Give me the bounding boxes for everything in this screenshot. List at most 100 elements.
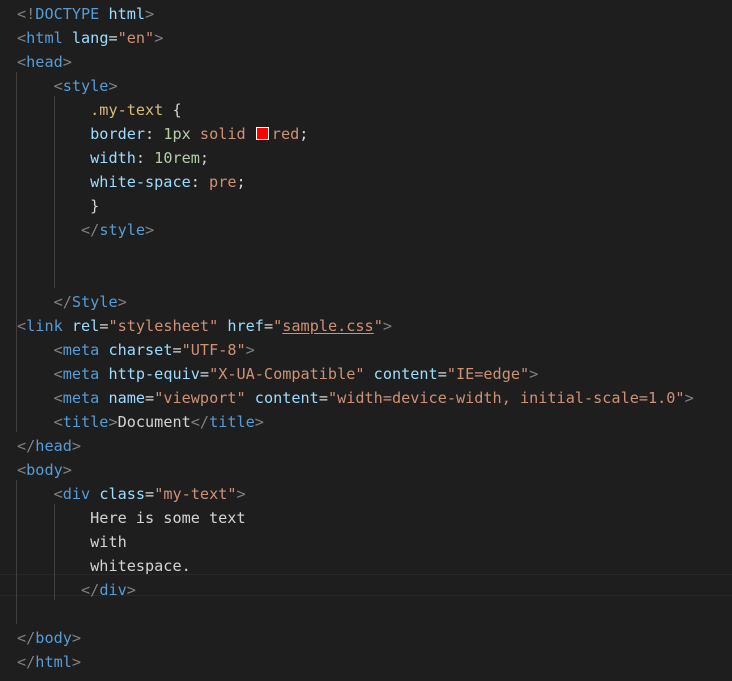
code-token: > bbox=[529, 365, 539, 383]
code-line[interactable]: } bbox=[17, 194, 732, 218]
code-token: <! bbox=[17, 5, 36, 23]
code-line[interactable]: <meta charset="UTF-8"> bbox=[17, 338, 732, 362]
code-token: meta bbox=[62, 341, 100, 359]
code-token: > bbox=[117, 293, 127, 311]
code-token: </ bbox=[190, 413, 210, 431]
code-line[interactable]: <title>Document</title> bbox=[17, 410, 732, 434]
code-token: : bbox=[145, 125, 164, 143]
code-token: meta bbox=[62, 389, 100, 407]
code-line[interactable]: <meta name="viewport" content="width=dev… bbox=[17, 386, 732, 410]
code-line[interactable]: </body> bbox=[17, 626, 732, 650]
code-token: head bbox=[35, 437, 72, 455]
code-line[interactable]: </head> bbox=[17, 434, 732, 458]
code-token: < bbox=[53, 77, 63, 95]
code-token: Here is some text bbox=[90, 509, 246, 527]
code-token: solid bbox=[199, 125, 246, 143]
code-line[interactable]: <div class="my-text"> bbox=[17, 482, 732, 506]
code-line[interactable] bbox=[17, 602, 732, 626]
code-line[interactable] bbox=[17, 266, 732, 290]
code-token: > bbox=[245, 341, 255, 359]
code-line[interactable]: <body> bbox=[17, 458, 732, 482]
code-token: < bbox=[53, 365, 63, 383]
code-editor[interactable]: <!DOCTYPE html> <html lang="en"> <head> <s… bbox=[0, 0, 732, 681]
code-token: width bbox=[90, 149, 136, 167]
code-token: > bbox=[108, 77, 118, 95]
code-line[interactable]: </style> bbox=[17, 218, 732, 242]
code-token: </ bbox=[81, 581, 100, 599]
code-token: "width=device-width, initial-scale=1.0" bbox=[327, 389, 685, 407]
code-token: red bbox=[271, 125, 300, 143]
code-line[interactable]: <head> bbox=[17, 50, 732, 74]
code-line[interactable]: <meta http-equiv="X-UA-Compatible" conte… bbox=[17, 362, 732, 386]
code-token: < bbox=[53, 341, 63, 359]
code-token: > bbox=[62, 461, 72, 479]
code-token: charset bbox=[108, 341, 173, 359]
code-token: = bbox=[199, 365, 210, 383]
code-token: "stylesheet" bbox=[108, 317, 219, 335]
code-token: : bbox=[190, 173, 210, 191]
code-token: < bbox=[17, 461, 27, 479]
code-token: content bbox=[373, 365, 438, 383]
code-token: class bbox=[99, 485, 146, 503]
code-line[interactable]: </Style> bbox=[17, 290, 732, 314]
code-line[interactable]: white-space: pre; bbox=[17, 170, 732, 194]
code-token: > bbox=[126, 581, 136, 599]
code-token: = bbox=[172, 341, 182, 359]
code-line[interactable]: whitespace. bbox=[17, 554, 732, 578]
code-token: "X-UA-Compatible" bbox=[209, 365, 365, 383]
code-token: < bbox=[53, 485, 63, 503]
code-token: "en" bbox=[117, 29, 155, 47]
code-token: " bbox=[373, 317, 383, 335]
code-line[interactable]: Here is some text bbox=[17, 506, 732, 530]
code-line[interactable] bbox=[17, 242, 732, 266]
code-token: white-space bbox=[90, 173, 191, 191]
code-line[interactable]: with bbox=[17, 530, 732, 554]
code-line[interactable]: <html lang="en"> bbox=[17, 26, 732, 50]
code-token: > bbox=[71, 653, 82, 671]
code-token: "my-text" bbox=[154, 485, 237, 503]
code-line[interactable]: .my-text { bbox=[17, 98, 732, 122]
code-token: body bbox=[26, 461, 63, 479]
code-token: > bbox=[145, 5, 155, 23]
code-token: meta bbox=[62, 365, 100, 383]
code-token: = bbox=[145, 485, 155, 503]
code-token: "viewport" bbox=[154, 389, 246, 407]
code-token: Document bbox=[117, 413, 191, 431]
code-token: > bbox=[684, 389, 694, 407]
code-line[interactable]: </div> bbox=[17, 578, 732, 602]
code-line[interactable]: <!DOCTYPE html> bbox=[17, 2, 732, 26]
code-token: 1px bbox=[163, 125, 191, 143]
code-line[interactable]: <link rel="stylesheet" href="sample.css"… bbox=[17, 314, 732, 338]
code-token: > bbox=[108, 413, 118, 431]
code-token: html bbox=[35, 653, 72, 671]
code-token: { bbox=[163, 101, 182, 119]
code-token: ; bbox=[236, 173, 246, 191]
code-line[interactable]: </html> bbox=[17, 650, 732, 674]
code-line[interactable]: border: 1px solid red; bbox=[17, 122, 732, 146]
code-token: link bbox=[26, 317, 63, 335]
code-token: style bbox=[99, 221, 146, 239]
code-token: } bbox=[90, 197, 100, 215]
code-line[interactable]: width: 10rem; bbox=[17, 146, 732, 170]
code-token: </ bbox=[81, 221, 100, 239]
code-token: < bbox=[53, 389, 63, 407]
code-token: > bbox=[71, 437, 82, 455]
code-line[interactable]: <style> bbox=[17, 74, 732, 98]
code-token: = bbox=[318, 389, 328, 407]
